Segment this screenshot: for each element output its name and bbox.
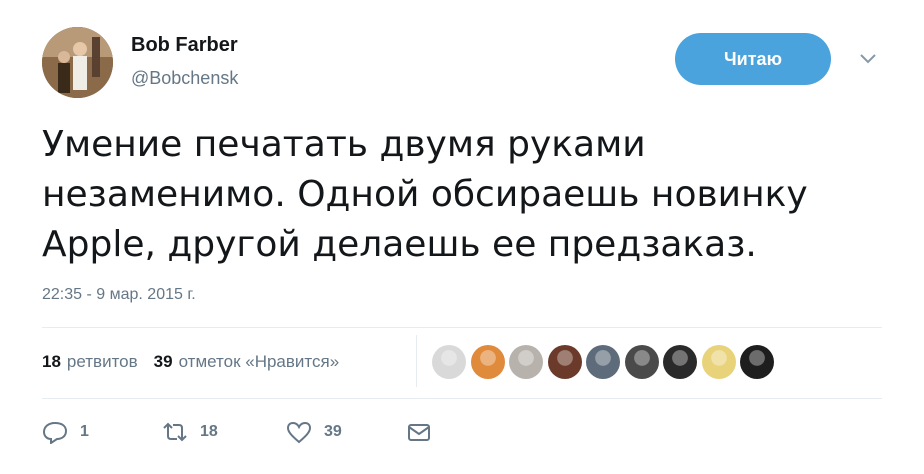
tweet-text-line: Умение печатать двумя руками [42,124,646,165]
liker-avatar-6[interactable] [624,345,659,379]
divider [42,327,882,328]
author-name[interactable]: Bob Farber [131,34,238,57]
tweet-actions: 1 18 39 [42,420,432,444]
author-avatar[interactable] [42,27,113,98]
reply-button[interactable]: 1 [42,420,162,444]
reply-count: 1 [80,423,89,440]
liker-avatars [432,345,779,379]
retweet-icon [163,422,187,442]
retweet-button[interactable]: 18 [162,420,286,444]
retweet-count: 18 [200,423,218,440]
envelope-icon [408,424,430,441]
tweet-stats: 18 ретвитов 39 отметок «Нравится» [42,352,355,372]
liker-avatar-8[interactable] [701,345,736,379]
chevron-down-icon[interactable] [858,52,878,66]
liker-avatar-5[interactable] [586,345,620,379]
liker-avatar-7[interactable] [663,345,697,379]
liker-avatar-9[interactable] [740,345,774,379]
like-button[interactable]: 39 [286,420,406,444]
retweets-count: 18 [42,352,61,371]
liker-avatar-4[interactable] [547,345,582,379]
divider [42,398,882,399]
tweet-text: Умение печатать двумя руками незаменимо.… [42,120,862,270]
direct-message-button[interactable] [406,420,432,444]
retweets-stat[interactable]: 18 ретвитов [42,352,138,372]
author-avatar-image [42,27,113,98]
heart-icon [286,421,312,444]
tweet-text-line: незаменимо. Одной обсираешь новинку [42,174,808,215]
liker-avatar-3[interactable] [509,345,543,379]
retweets-label: ретвитов [66,352,138,371]
liker-avatar-2[interactable] [470,345,505,379]
tweet-text-line: Apple, другой делаешь ее предзаказ. [42,224,757,265]
following-button[interactable]: Читаю [675,33,831,85]
like-count: 39 [324,423,342,440]
author-handle[interactable]: @Bobchensk [131,68,238,89]
likes-count: 39 [153,352,173,371]
reply-icon [42,421,68,444]
likes-label: отметок «Нравится» [178,352,340,371]
tweet-timestamp[interactable]: 22:35 - 9 мар. 2015 г. [42,286,196,304]
stats-separator [416,335,417,387]
liker-avatar-1[interactable] [432,345,466,379]
likes-stat[interactable]: 39 отметок «Нравится» [154,352,340,372]
